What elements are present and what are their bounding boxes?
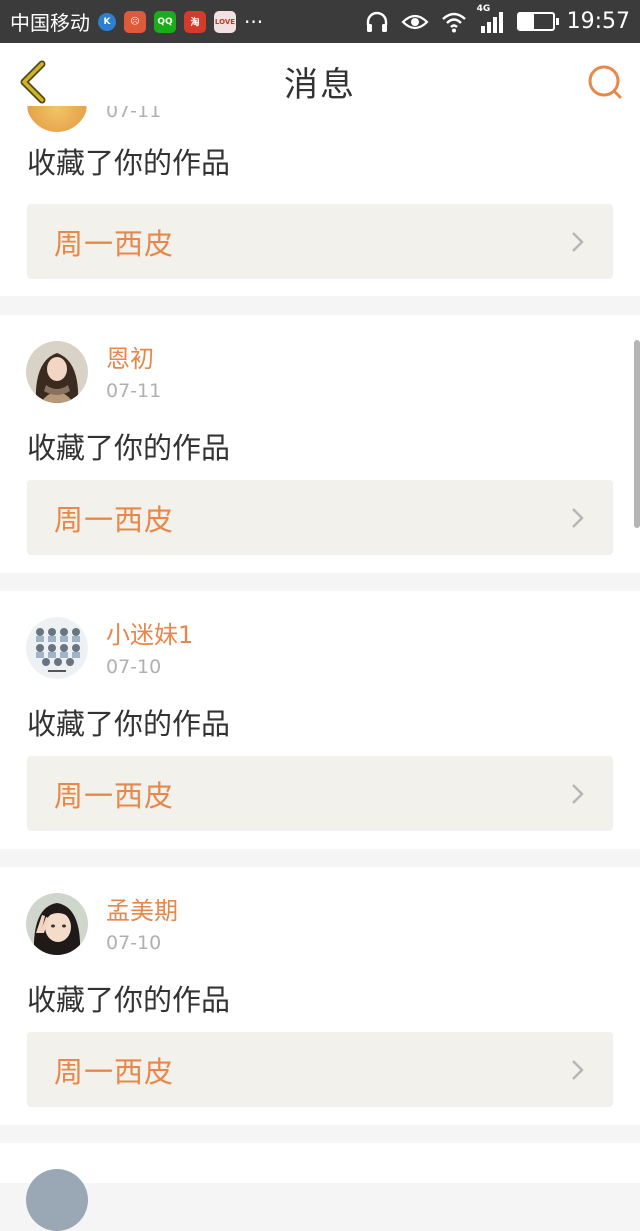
user-name[interactable]: 小迷妹1 [106, 619, 193, 651]
work-link[interactable]: 周一西皮 [27, 1032, 613, 1107]
headphones-icon [365, 11, 389, 33]
work-title: 周一西皮 [54, 778, 175, 813]
message-card [0, 1143, 640, 1231]
page-title: 消息 [284, 64, 356, 105]
status-bar: 中国移动 K ☹ QQ 淘 LOVE ··· 4G 19:57 [0, 0, 640, 43]
clock-time: 19:57 [566, 9, 630, 34]
chevron-right-icon [572, 231, 584, 252]
user-meta: 小迷妹1 07-10 [106, 617, 193, 681]
avatar[interactable] [26, 893, 88, 955]
status-left: 中国移动 K ☹ QQ 淘 LOVE ··· [10, 7, 365, 36]
user-row[interactable]: 小迷妹1 07-10 [26, 617, 193, 681]
work-title: 周一西皮 [54, 502, 175, 537]
scrollbar[interactable] [634, 340, 640, 528]
message-card: 孟美期 07-10 收藏了你的作品 周一西皮 [0, 867, 640, 1125]
sad-face-app-icon: ☹ [124, 10, 146, 33]
battery-icon [516, 12, 559, 31]
avatar[interactable] [26, 1169, 88, 1231]
avatar [26, 106, 88, 132]
more-notifications-icon: ··· [244, 9, 264, 34]
user-row[interactable]: 恩初 07-11 [26, 341, 161, 405]
chevron-left-icon[interactable] [16, 60, 52, 104]
message-card: 恩初 07-11 收藏了你的作品 周一西皮 [0, 315, 640, 573]
k-app-icon: K [98, 12, 116, 31]
user-row[interactable]: 孟美期 07-10 [26, 893, 178, 957]
search-icon[interactable] [586, 63, 624, 101]
message-card: 小迷妹1 07-10 收藏了你的作品 周一西皮 [0, 591, 640, 849]
work-link[interactable]: 周一西皮 [27, 480, 613, 555]
carrier-label: 中国移动 [10, 11, 90, 35]
work-title: 周一西皮 [54, 1054, 175, 1089]
avatar[interactable] [26, 341, 88, 403]
user-date: 07-11 [106, 106, 162, 122]
user-name[interactable]: 恩初 [106, 343, 161, 375]
action-text: 收藏了你的作品 [27, 431, 231, 465]
user-meta: 孟美期 07-10 [106, 893, 178, 957]
wifi-icon [441, 11, 467, 33]
chevron-right-icon [572, 507, 584, 528]
eye-icon [401, 12, 429, 32]
chevron-right-icon [572, 1059, 584, 1080]
user-date: 07-10 [106, 656, 162, 678]
network-type-label: 4G [476, 3, 491, 14]
battery-level [518, 14, 534, 29]
user-meta: 恩初 07-11 [106, 341, 161, 405]
user-date: 07-11 [106, 380, 162, 402]
action-text: 收藏了你的作品 [27, 707, 231, 741]
work-title: 周一西皮 [54, 226, 175, 261]
work-link[interactable]: 周一西皮 [27, 204, 613, 279]
user-date: 07-10 [106, 932, 162, 954]
action-text: 收藏了你的作品 [27, 983, 231, 1017]
user-name[interactable]: 孟美期 [106, 895, 178, 927]
green-app-icon: QQ [154, 10, 176, 33]
status-right: 4G 19:57 [365, 4, 630, 34]
avatar[interactable] [26, 617, 88, 679]
red-app-icon: 淘 [184, 10, 206, 33]
love-app-icon: LOVE [214, 10, 236, 33]
message-card: 07-11 收藏了你的作品 周一西皮 [0, 106, 640, 296]
action-text: 收藏了你的作品 [27, 146, 231, 180]
chevron-right-icon [572, 783, 584, 804]
work-link[interactable]: 周一西皮 [27, 756, 613, 831]
signal-icon: 4G [477, 4, 505, 34]
